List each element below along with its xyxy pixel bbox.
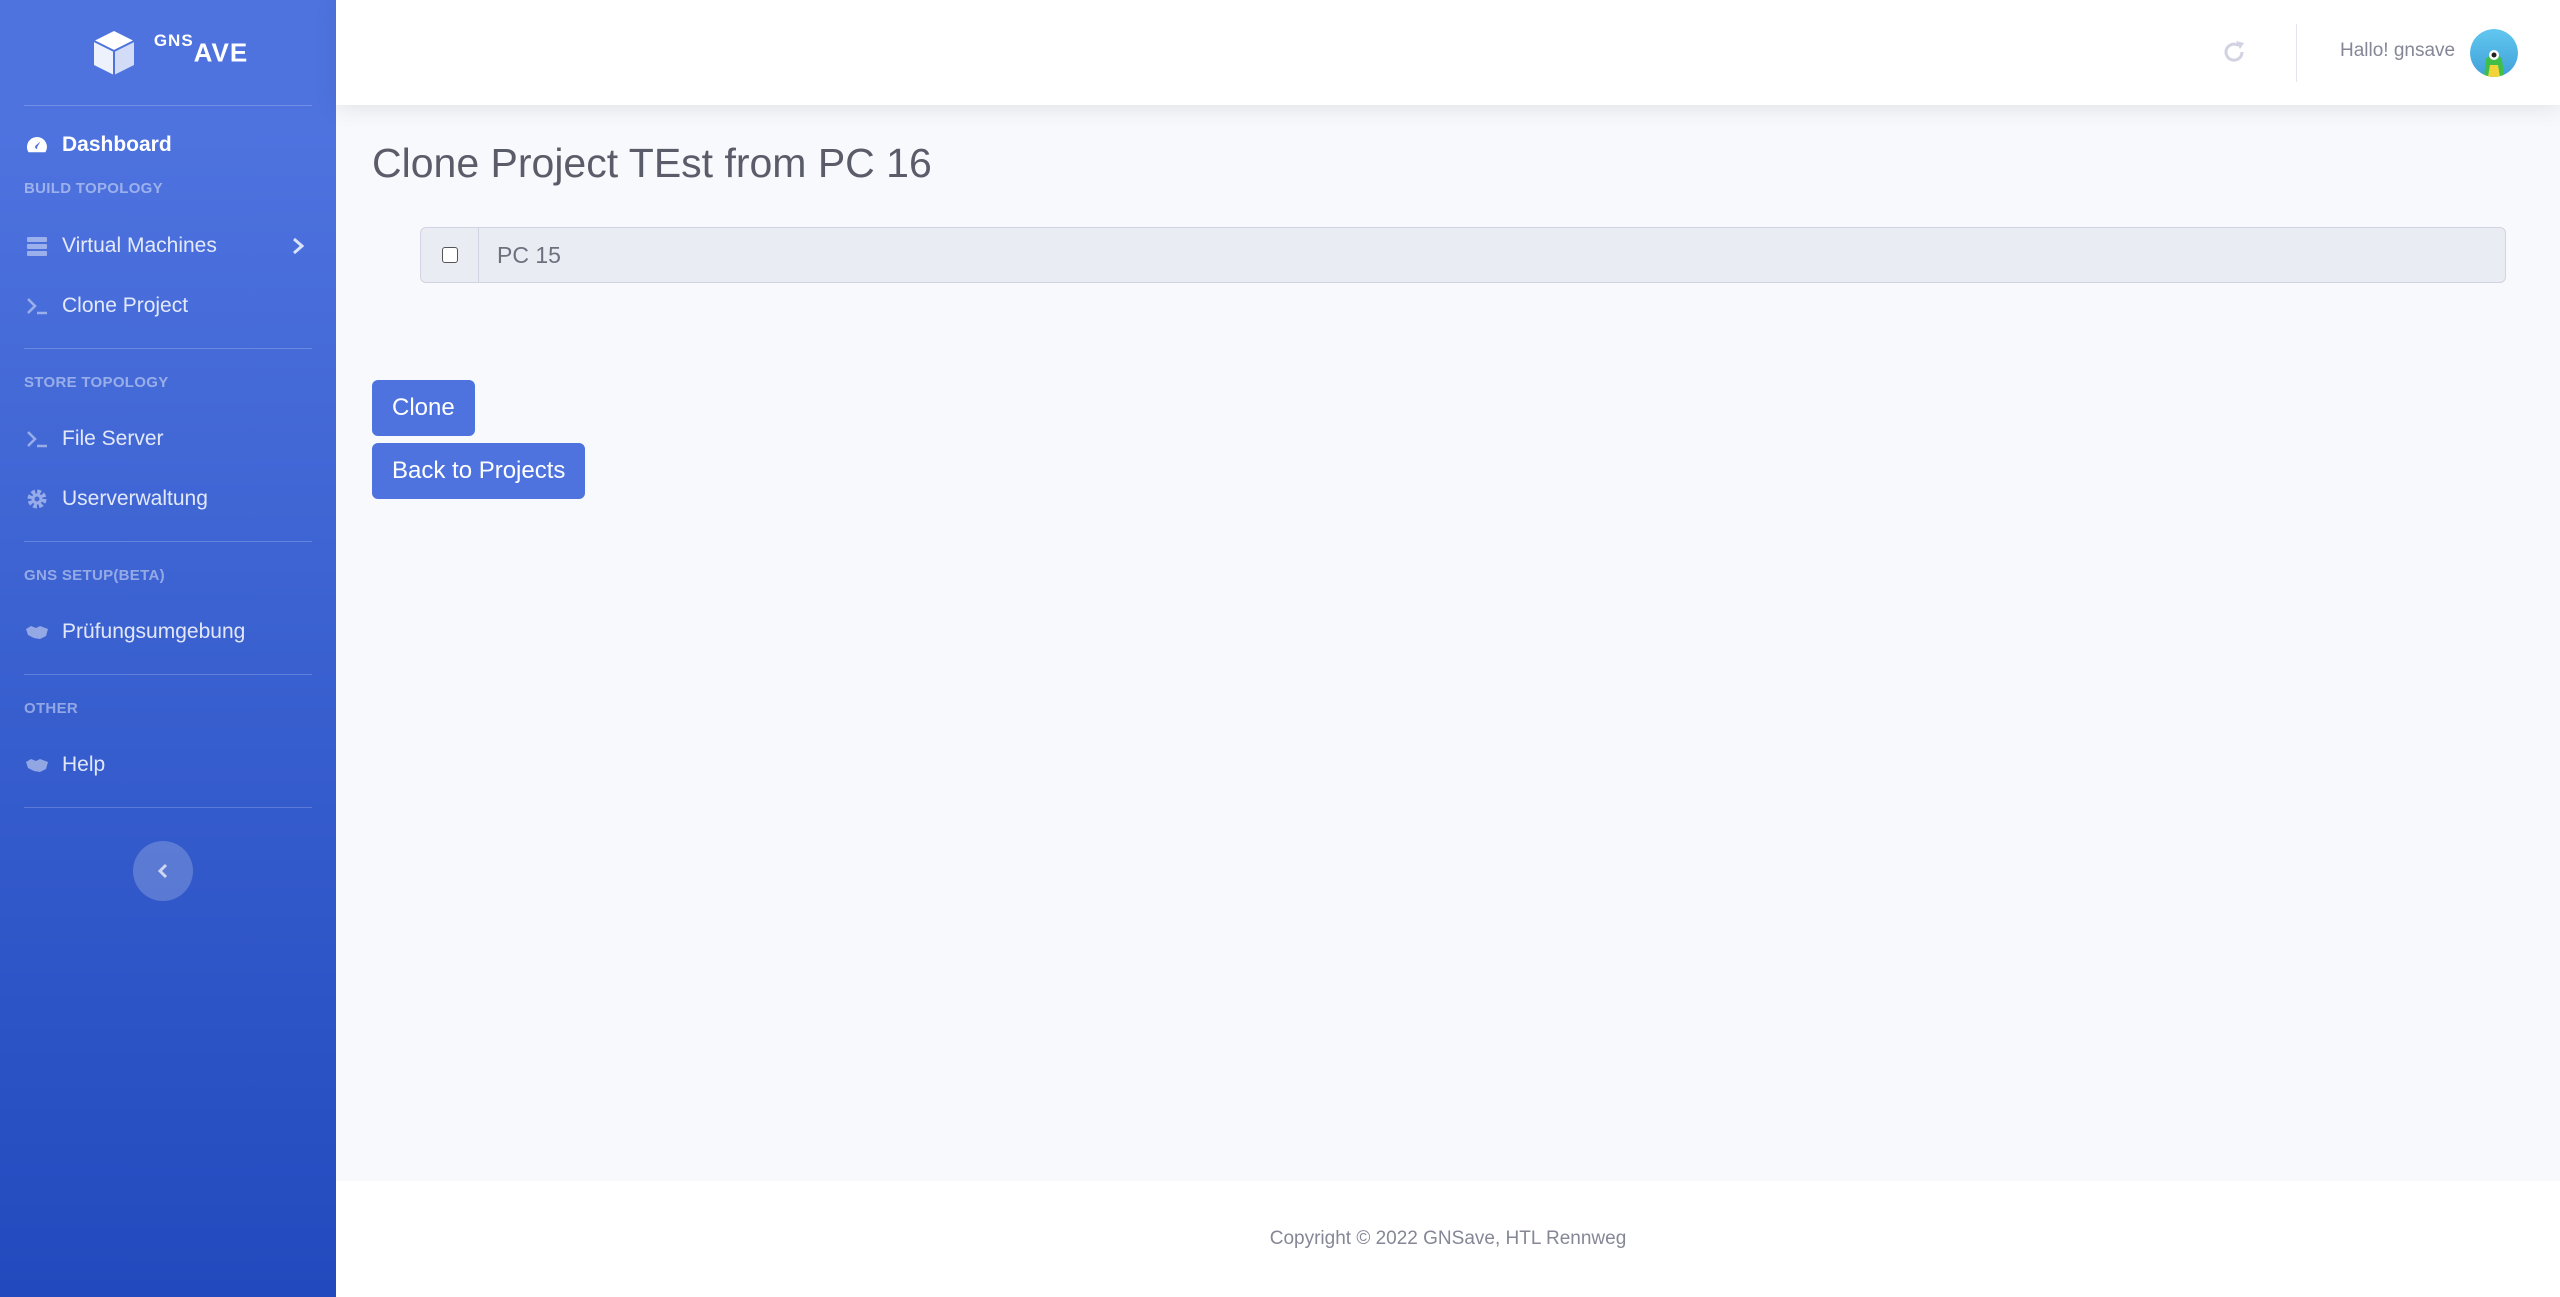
handshake-icon — [24, 752, 50, 778]
sidebar-divider — [24, 674, 312, 675]
sidebar-item-clone-project[interactable]: Clone Project — [0, 276, 336, 336]
sidebar-item-pruefungsumgebung[interactable]: Prüfungsumgebung — [0, 602, 336, 662]
sidebar-item-userverwaltung[interactable]: Userverwaltung — [0, 469, 336, 529]
server-icon — [24, 233, 50, 259]
project-option-row: PC 15 — [420, 227, 2506, 283]
sidebar: GNSAVE Dashboard Build Topology Virtual … — [0, 0, 336, 1297]
page-title: Clone Project TEst from PC 16 — [372, 140, 932, 186]
user-greeting[interactable]: Hallo! gnsave — [2340, 40, 2455, 62]
sidebar-item-file-server[interactable]: File Server — [0, 409, 336, 469]
sidebar-item-virtual-machines[interactable]: Virtual Machines — [0, 216, 336, 276]
brand[interactable]: GNSAVE — [0, 0, 336, 105]
brand-text: GNSAVE — [153, 30, 249, 68]
user-avatar-icon — [2470, 29, 2518, 77]
cube-logo-icon — [93, 30, 135, 75]
sidebar-toggle-button[interactable] — [133, 841, 193, 901]
handshake-icon — [24, 619, 50, 645]
avatar[interactable] — [2470, 29, 2518, 77]
chevron-right-icon — [293, 237, 305, 255]
sidebar-divider — [24, 105, 312, 106]
gear-icon — [24, 486, 50, 512]
sidebar-item-help[interactable]: Help — [0, 735, 336, 795]
sidebar-item-dashboard[interactable]: Dashboard — [0, 115, 336, 175]
chevron-left-icon — [157, 863, 168, 879]
tachometer-icon — [24, 132, 50, 158]
project-checkbox[interactable] — [441, 247, 458, 263]
terminal-icon — [24, 293, 50, 319]
topbar: Hallo! gnsave — [336, 0, 2560, 105]
sidebar-divider — [24, 348, 312, 349]
topbar-divider — [2296, 24, 2297, 82]
heading-store-topology: Store Topology — [24, 374, 169, 391]
footer: Copyright © 2022 GNSave, HTL Rennweg — [336, 1181, 2560, 1297]
heading-other: Other — [24, 700, 78, 717]
checkbox-cell[interactable] — [421, 228, 479, 282]
heading-build-topology: Build Topology — [24, 180, 163, 197]
back-to-projects-button[interactable]: Back to Projects — [372, 443, 586, 499]
refresh-icon[interactable] — [2220, 38, 2248, 66]
sidebar-divider — [24, 807, 312, 808]
heading-gns-setup: GNS Setup(Beta) — [24, 567, 165, 584]
sidebar-divider — [24, 541, 312, 542]
clone-button[interactable]: Clone — [372, 380, 475, 436]
copyright-text: Copyright © 2022 GNSave, HTL Rennweg — [1269, 1228, 1627, 1249]
project-option-label: PC 15 — [497, 241, 561, 268]
terminal-icon — [24, 426, 50, 452]
